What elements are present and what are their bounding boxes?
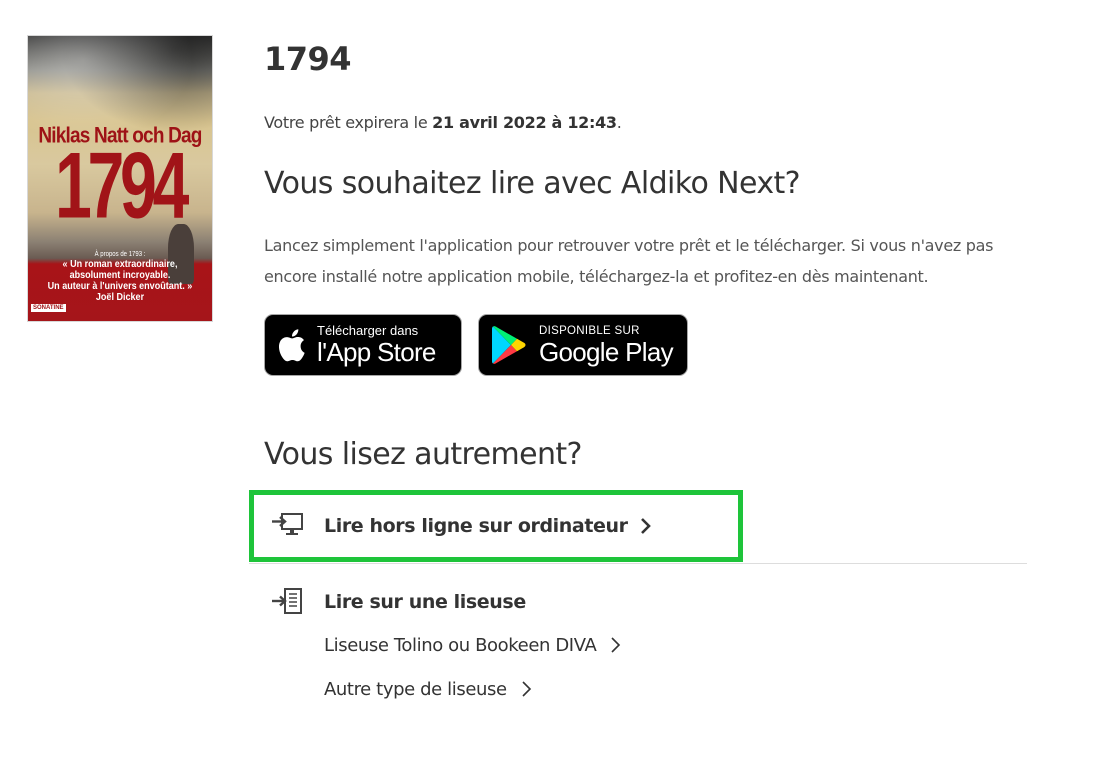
read-offline-computer-link[interactable]: Lire hors ligne sur ordinateur <box>264 506 724 546</box>
cover-quote-author: Joël Dicker <box>95 291 145 303</box>
tolino-bookeen-link[interactable]: Liseuse Tolino ou Bookeen DIVA <box>324 630 621 660</box>
aldiko-heading: Vous souhaitez lire avec Aldiko Next? <box>264 166 801 201</box>
cover-publisher: SONATINE <box>31 304 66 312</box>
divider <box>249 563 1027 564</box>
google-play-small-text: DISPONIBLE SUR <box>539 325 640 337</box>
ereader-label: Lire sur une liseuse <box>324 591 526 613</box>
chevron-right-icon <box>610 636 621 654</box>
loan-expiry-suffix: . <box>616 113 622 132</box>
chevron-right-icon <box>521 680 532 698</box>
chevron-right-icon <box>640 517 652 535</box>
ereader-section-header: Lire sur une liseuse <box>264 582 724 622</box>
aldiko-description: Lancez simplement l'application pour ret… <box>264 236 994 286</box>
book-cover: Niklas Natt och Dag 1794 À propos de 179… <box>27 35 213 322</box>
loan-expiry-date: 21 avril 2022 à 12:43 <box>432 113 617 132</box>
google-play-big-text: Google Play <box>539 337 674 367</box>
google-play-icon <box>479 325 539 365</box>
tolino-bookeen-label: Liseuse Tolino ou Bookeen DIVA <box>324 634 597 656</box>
other-ereader-label: Autre type de liseuse <box>324 678 507 700</box>
ereader-download-icon <box>264 588 324 616</box>
app-store-button[interactable]: Télécharger dans l'App Store <box>264 314 462 376</box>
cover-title: 1794 <box>54 133 189 239</box>
other-reading-heading: Vous lisez autrement? <box>264 437 582 472</box>
cover-quote: À propos de 1793 : « Un roman extraordin… <box>46 250 194 303</box>
google-play-button[interactable]: DISPONIBLE SUR Google Play <box>478 314 688 376</box>
loan-expiry-prefix: Votre prêt expirera le <box>264 113 433 132</box>
computer-download-icon <box>264 512 324 540</box>
app-store-small-text: Télécharger dans <box>317 323 419 338</box>
loan-expiry: Votre prêt expirera le 21 avril 2022 à 1… <box>264 113 622 132</box>
app-store-big-text: l'App Store <box>317 337 436 367</box>
page-title: 1794 <box>264 40 352 78</box>
other-ereader-link[interactable]: Autre type de liseuse <box>324 674 532 704</box>
read-offline-computer-label: Lire hors ligne sur ordinateur <box>324 515 628 537</box>
apple-icon <box>265 327 317 363</box>
